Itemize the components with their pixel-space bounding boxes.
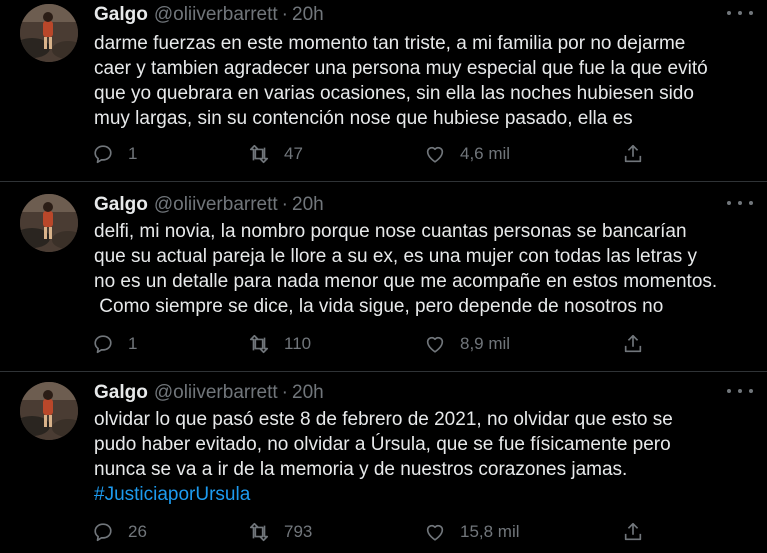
- user-handle[interactable]: @oliiverbarrett: [154, 4, 278, 25]
- hashtag-link[interactable]: #JusticiaporUrsula: [94, 482, 754, 507]
- like-button[interactable]: 8,9 mil: [424, 331, 510, 357]
- share-button[interactable]: [622, 331, 658, 357]
- more-icon[interactable]: [727, 6, 753, 20]
- retweet-button[interactable]: 47: [248, 141, 303, 167]
- reply-count: 26: [128, 522, 147, 541]
- timestamp[interactable]: 20h: [292, 4, 324, 25]
- retweet-count: 793: [284, 522, 313, 541]
- retweet-button[interactable]: 793: [248, 519, 312, 545]
- tweet-actions: 1 47 4,6 mil: [92, 141, 672, 167]
- share-button[interactable]: [622, 519, 658, 545]
- retweet-icon: [249, 334, 269, 354]
- tweet-header: Galgo @oliiverbarrett · 20h: [94, 380, 324, 406]
- reply-icon: [94, 335, 112, 354]
- user-handle[interactable]: @oliiverbarrett: [154, 194, 278, 215]
- heart-icon: [426, 336, 444, 353]
- tweet-text-line: pudo haber evitado, no olvidar a Úrsula,…: [94, 434, 671, 455]
- reply-button[interactable]: 26: [92, 519, 147, 545]
- tweet-text-line: nunca se va a ir de la memoria y de nues…: [94, 459, 628, 480]
- tweet-text-line: caer y tambien agradecer una persona muy…: [94, 58, 708, 79]
- display-name[interactable]: Galgo: [94, 4, 148, 25]
- tweet-text: delfi, mi novia, la nombro porque nose c…: [94, 219, 754, 319]
- timestamp[interactable]: 20h: [292, 194, 324, 215]
- like-count: 8,9 mil: [460, 334, 511, 353]
- more-icon[interactable]: [727, 196, 753, 210]
- share-icon: [624, 334, 642, 353]
- heart-icon: [426, 524, 444, 541]
- tweet-text-line: olvidar lo que pasó este 8 de febrero de…: [94, 409, 673, 430]
- more-icon[interactable]: [727, 384, 753, 398]
- display-name[interactable]: Galgo: [94, 194, 148, 215]
- like-button[interactable]: 4,6 mil: [424, 141, 510, 167]
- separator-dot: ·: [281, 194, 288, 215]
- like-count: 4,6 mil: [460, 144, 511, 163]
- tweet-text-line: no es un detalle para nada menor que me …: [94, 271, 718, 292]
- reply-icon: [94, 145, 112, 164]
- tweet-text-line: Como siempre se dice, la vida sigue, per…: [94, 296, 664, 317]
- reply-icon: [94, 523, 112, 542]
- retweet-count: 47: [284, 144, 303, 163]
- separator-dot: ·: [281, 4, 288, 25]
- tweet-text-line: que yo quebrara en varias ocasiones, sin…: [94, 83, 694, 104]
- tweet[interactable]: Galgo @oliiverbarrett · 20h darme fuerzas e…: [0, 0, 767, 181]
- timestamp[interactable]: 20h: [292, 382, 324, 403]
- like-button[interactable]: 15,8 mil: [424, 519, 520, 545]
- tweet-text-line: que su actual pareja le llore a su ex, e…: [94, 246, 698, 267]
- tweet-text: darme fuerzas en este momento tan triste…: [94, 31, 754, 131]
- tweet-header: Galgo @oliiverbarrett · 20h: [94, 192, 324, 218]
- separator-dot: ·: [281, 382, 288, 403]
- tweet-text-line: darme fuerzas en este momento tan triste…: [94, 33, 686, 54]
- tweet-header: Galgo @oliiverbarrett · 20h: [94, 2, 324, 28]
- tweet-actions: 26 793 15,8 mil: [92, 519, 672, 545]
- tweet[interactable]: Galgo @oliiverbarrett · 20h delfi, mi novia…: [0, 182, 767, 371]
- tweet[interactable]: Galgo @oliiverbarrett · 20h olvidar lo que …: [0, 372, 767, 553]
- display-name[interactable]: Galgo: [94, 382, 148, 403]
- avatar[interactable]: [20, 194, 78, 252]
- reply-count: 1: [128, 334, 138, 353]
- tweet-text-line: delfi, mi novia, la nombro porque nose c…: [94, 221, 687, 242]
- share-icon: [624, 144, 642, 163]
- like-count: 15,8 mil: [460, 522, 520, 541]
- avatar[interactable]: [20, 4, 78, 62]
- reply-button[interactable]: 1: [92, 141, 137, 167]
- retweet-icon: [249, 144, 269, 164]
- retweet-icon: [249, 522, 269, 542]
- share-icon: [624, 522, 642, 541]
- tweet-thread: Galgo @oliiverbarrett · 20h darme fuerzas e…: [0, 0, 767, 553]
- share-button[interactable]: [622, 141, 658, 167]
- reply-count: 1: [128, 144, 138, 163]
- user-handle[interactable]: @oliiverbarrett: [154, 382, 278, 403]
- heart-icon: [426, 146, 444, 163]
- avatar[interactable]: [20, 382, 78, 440]
- retweet-count: 110: [284, 334, 312, 353]
- tweet-actions: 1 110 8,9 mil: [92, 331, 672, 357]
- tweet-text-line: muy largas, sin su contención nose que h…: [94, 108, 633, 129]
- retweet-button[interactable]: 110: [248, 331, 311, 357]
- reply-button[interactable]: 1: [92, 331, 137, 357]
- tweet-text: olvidar lo que pasó este 8 de febrero de…: [94, 407, 754, 507]
